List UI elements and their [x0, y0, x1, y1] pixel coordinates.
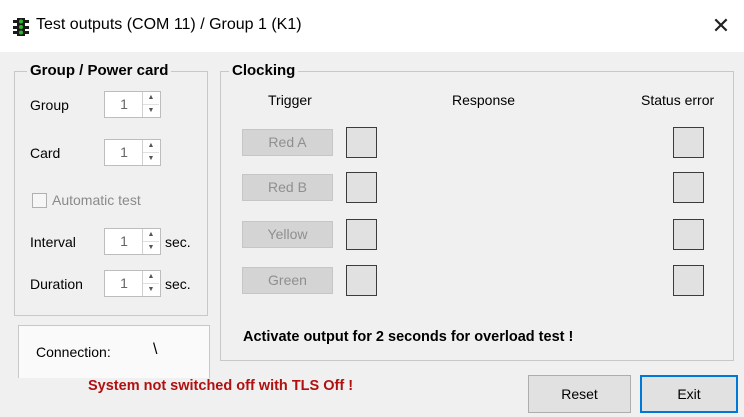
duration-label: Duration	[30, 276, 83, 292]
group-value[interactable]: 1	[105, 92, 143, 117]
window-title: Test outputs (COM 11) / Group 1 (K1)	[36, 16, 302, 33]
status-error-column-header: Status error	[641, 92, 715, 108]
trigger-yellow-button[interactable]: Yellow	[242, 221, 333, 248]
traffic-light-icon	[13, 18, 29, 36]
spin-down-icon[interactable]: ▼	[143, 104, 159, 117]
trigger-green-button[interactable]: Green	[242, 267, 333, 294]
trigger-column-header: Trigger	[268, 92, 312, 108]
clocking-groupbox: Clocking	[220, 62, 734, 361]
response-yellow-indicator	[346, 219, 377, 250]
trigger-red-a-button[interactable]: Red A	[242, 129, 333, 156]
system-warning-text: System not switched off with TLS Off !	[88, 378, 354, 394]
overload-test-note: Activate output for 2 seconds for overlo…	[243, 329, 574, 345]
status-error-green-indicator	[673, 265, 704, 296]
spin-down-icon[interactable]: ▼	[143, 241, 159, 254]
group-power-card-heading: Group / Power card	[27, 62, 172, 79]
interval-label: Interval	[30, 234, 76, 250]
connection-panel: Connection: \	[18, 325, 210, 378]
status-error-yellow-indicator	[673, 219, 704, 250]
card-label: Card	[30, 145, 61, 161]
spin-up-icon[interactable]: ▲	[143, 92, 159, 104]
connection-activity-indicator: \	[153, 341, 158, 358]
spin-up-icon[interactable]: ▲	[143, 140, 159, 152]
interval-value[interactable]: 1	[105, 229, 143, 254]
trigger-red-b-button[interactable]: Red B	[242, 174, 333, 201]
response-red-b-indicator	[346, 172, 377, 203]
interval-unit: sec.	[165, 234, 191, 250]
duration-unit: sec.	[165, 276, 191, 292]
duration-value[interactable]: 1	[105, 271, 143, 296]
close-button[interactable]: ✕	[704, 10, 738, 42]
response-column-header: Response	[452, 92, 516, 108]
spin-up-icon[interactable]: ▲	[143, 271, 159, 283]
reset-button[interactable]: Reset	[528, 375, 631, 413]
spin-down-icon[interactable]: ▼	[143, 283, 159, 296]
exit-button[interactable]: Exit	[640, 375, 738, 413]
automatic-test-label: Automatic test	[52, 192, 141, 208]
card-value[interactable]: 1	[105, 140, 143, 165]
title-bar: Test outputs (COM 11) / Group 1 (K1) ✕	[0, 0, 744, 52]
automatic-test-checkbox[interactable]	[32, 193, 47, 208]
spin-down-icon[interactable]: ▼	[143, 152, 159, 165]
status-error-red-a-indicator	[673, 127, 704, 158]
duration-spinner[interactable]: 1 ▲ ▼	[104, 270, 161, 297]
group-label: Group	[30, 97, 69, 113]
response-red-a-indicator	[346, 127, 377, 158]
connection-label: Connection:	[36, 344, 111, 360]
status-error-red-b-indicator	[673, 172, 704, 203]
spin-up-icon[interactable]: ▲	[143, 229, 159, 241]
interval-spinner[interactable]: 1 ▲ ▼	[104, 228, 161, 255]
clocking-heading: Clocking	[229, 62, 299, 79]
group-spinner[interactable]: 1 ▲ ▼	[104, 91, 161, 118]
card-spinner[interactable]: 1 ▲ ▼	[104, 139, 161, 166]
response-green-indicator	[346, 265, 377, 296]
